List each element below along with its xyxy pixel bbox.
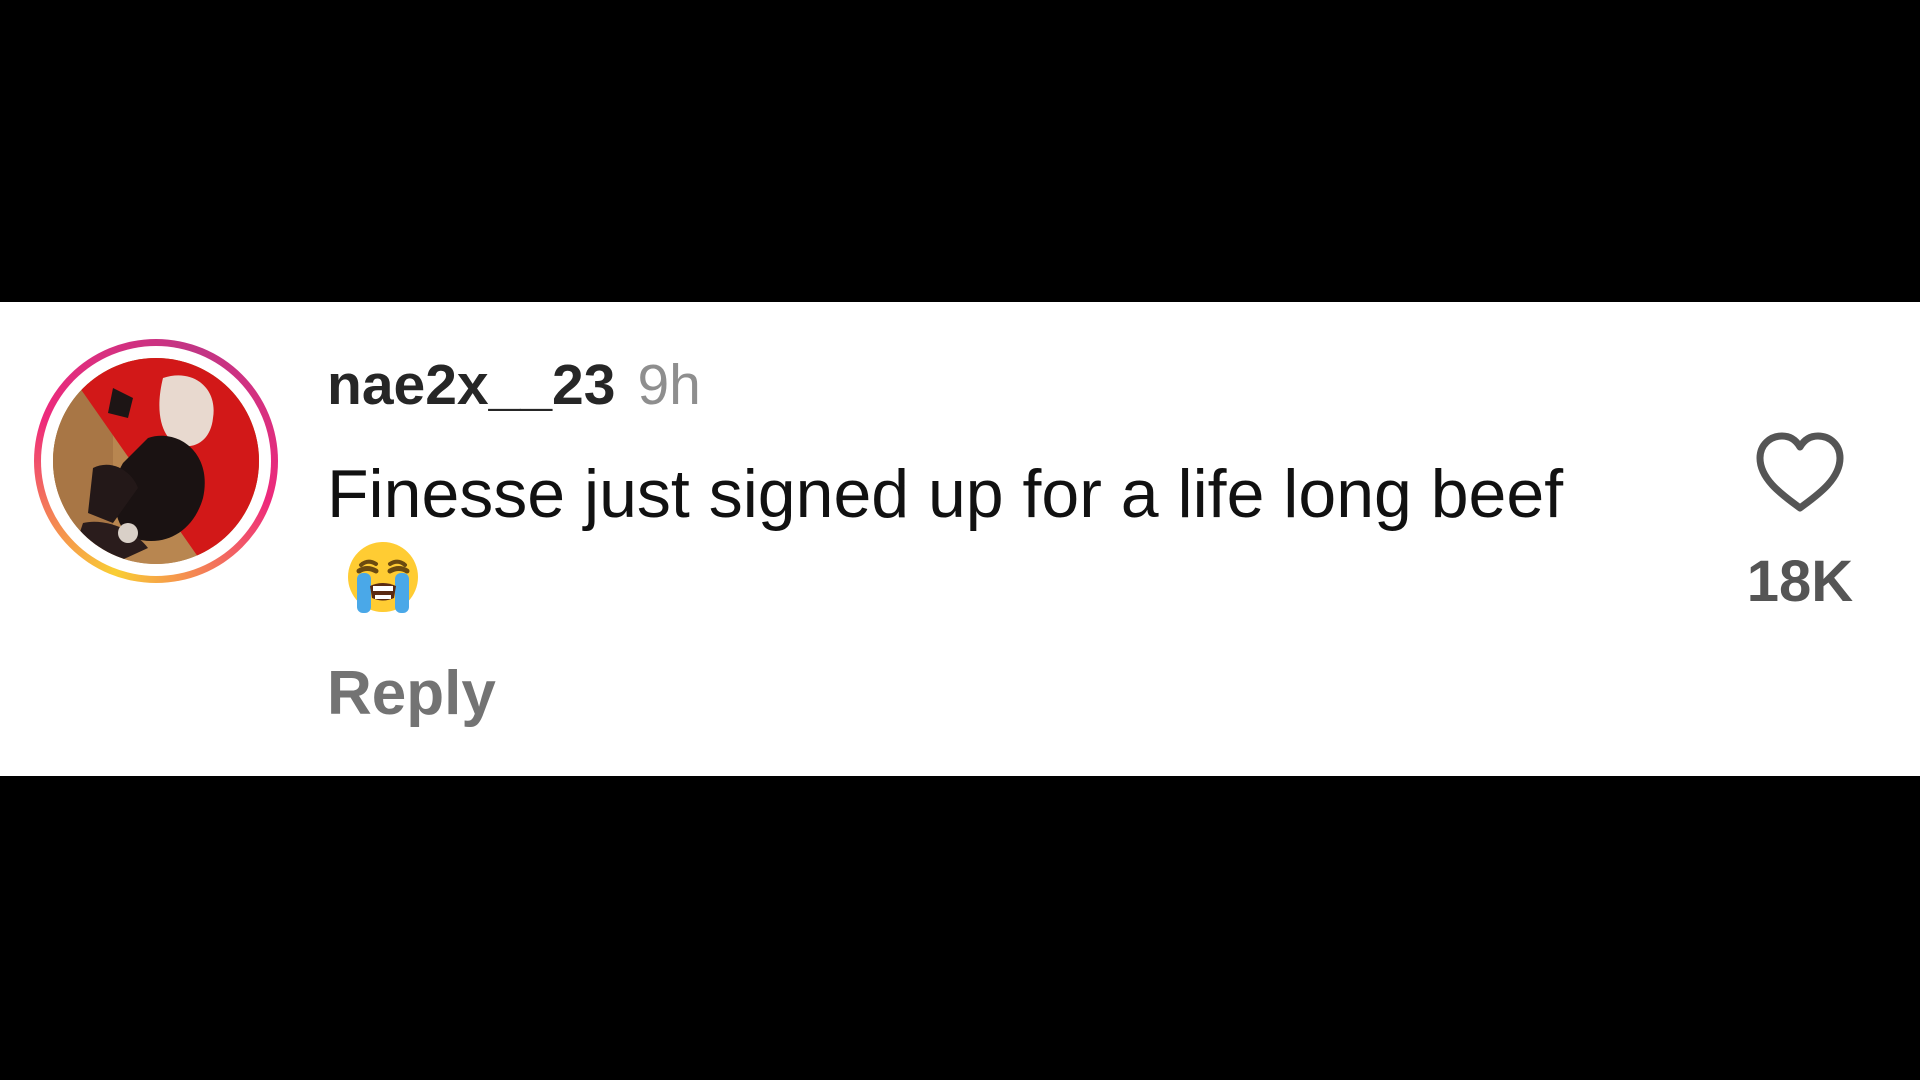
comment-header: nae2x__23 9h xyxy=(327,352,701,418)
story-ring[interactable] xyxy=(34,339,278,583)
avatar-photo xyxy=(53,358,259,564)
comment-body: Finesse just signed up for a life long b… xyxy=(327,452,1627,634)
reply-button[interactable]: Reply xyxy=(327,658,496,729)
avatar-ring-gap xyxy=(41,346,271,576)
like-group: 18K xyxy=(1700,430,1900,630)
timestamp: 9h xyxy=(637,353,701,417)
avatar[interactable] xyxy=(53,358,259,564)
comment-text: Finesse just signed up for a life long b… xyxy=(327,456,1564,532)
username[interactable]: nae2x__23 xyxy=(327,353,615,417)
screenshot-frame: nae2x__23 9h Finesse just signed up for a… xyxy=(0,0,1920,1080)
like-count: 18K xyxy=(1746,549,1854,614)
comment-row: nae2x__23 9h Finesse just signed up for a… xyxy=(0,302,1920,776)
heart-icon[interactable] xyxy=(1754,430,1846,514)
loudly-crying-face-icon xyxy=(345,539,421,634)
